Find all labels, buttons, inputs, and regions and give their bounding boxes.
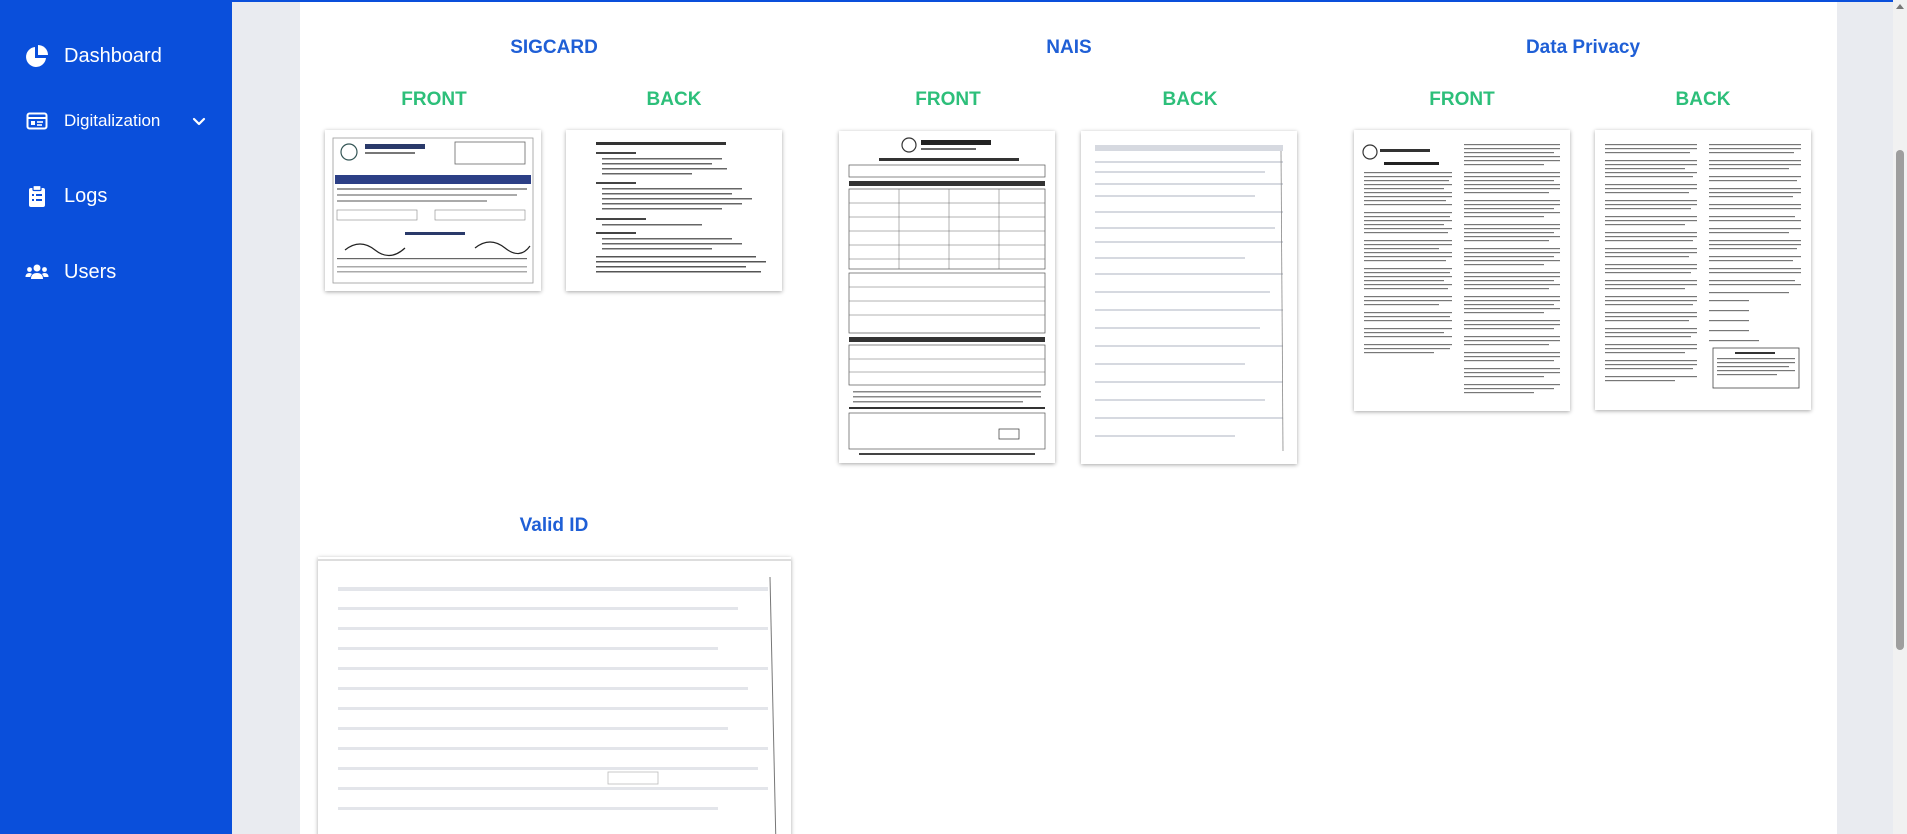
data-privacy-front-image[interactable] [1354,130,1570,411]
sidebar-item-digitalization[interactable]: Digitalization [0,99,232,143]
document-viewer-card: SIGCARD FRONT BACK NAIS FRONT BACK Data … [300,2,1837,834]
sigcard-front-image[interactable] [325,130,541,291]
scroll-up-arrow-icon[interactable] [1896,4,1904,9]
section-title-data-privacy: Data Privacy [1525,37,1641,58]
section-title-valid-id: Valid ID [519,515,589,536]
sidebar-item-dashboard[interactable]: Dashboard [0,34,232,78]
data-privacy-back-label: BACK [1675,89,1731,110]
sidebar-item-logs[interactable]: Logs [0,174,232,218]
sidebar-item-label: Digitalization [64,111,161,130]
section-title-nais: NAIS [1046,37,1092,58]
sigcard-back-image[interactable] [566,130,782,291]
sidebar-item-label: Users [64,260,117,283]
nais-front-image[interactable] [839,131,1055,463]
sidebar-item-users[interactable]: Users [0,250,232,294]
data-privacy-front-label: FRONT [1429,89,1495,110]
users-icon [24,259,50,285]
nais-back-label: BACK [1162,89,1218,110]
sidebar-item-label: Dashboard [64,44,162,67]
sidebar: Dashboard Digitalization Logs Users [0,0,232,834]
clipboard-icon [24,183,50,209]
scrollbar-thumb[interactable] [1896,150,1904,650]
chevron-down-icon[interactable] [190,112,208,130]
page-scrollbar[interactable] [1893,0,1907,834]
sigcard-front-label: FRONT [401,89,467,110]
valid-id-image[interactable] [318,557,791,834]
id-card-icon [24,108,50,134]
data-privacy-back-image[interactable] [1595,130,1811,410]
nais-front-label: FRONT [915,89,981,110]
nais-back-image[interactable] [1081,131,1297,464]
pie-chart-icon [24,43,50,69]
sidebar-item-label: Logs [64,184,108,207]
sigcard-back-label: BACK [646,89,702,110]
section-title-sigcard: SIGCARD [510,37,598,58]
